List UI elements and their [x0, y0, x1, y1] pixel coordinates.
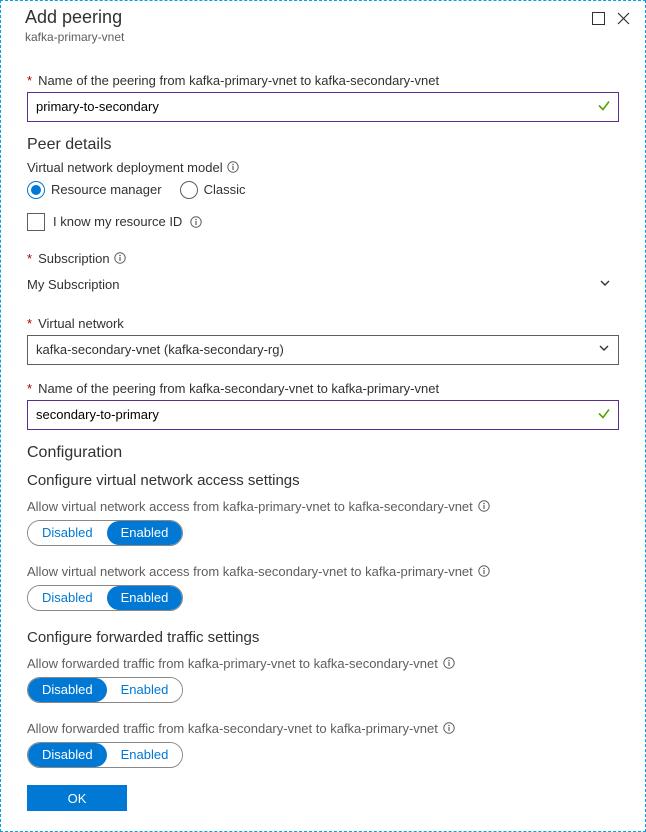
vnet-label-text: Virtual network: [38, 316, 124, 331]
name1-label: * Name of the peering from kafka-primary…: [27, 73, 619, 88]
know-id-checkbox[interactable]: [27, 213, 45, 231]
close-icon[interactable]: [616, 11, 631, 26]
toggle-enabled[interactable]: Enabled: [107, 521, 183, 545]
vnet-dropdown[interactable]: kafka-secondary-vnet (kafka-secondary-rg…: [27, 335, 619, 365]
fwd-s2p-toggle[interactable]: Disabled Enabled: [27, 742, 183, 768]
toggle-enabled[interactable]: Enabled: [107, 743, 183, 767]
chevron-down-icon: [599, 277, 611, 292]
radio-classic[interactable]: Classic: [180, 181, 246, 199]
name1-input-wrap: [27, 92, 619, 122]
required-star: *: [27, 73, 32, 88]
info-icon[interactable]: [478, 565, 490, 577]
deploy-model-text: Virtual network deployment model: [27, 160, 223, 175]
required-star: *: [27, 251, 32, 266]
info-icon[interactable]: [114, 252, 126, 264]
toggle-enabled[interactable]: Enabled: [107, 586, 183, 610]
radio-classic-label: Classic: [204, 182, 246, 197]
access-s2p-toggle[interactable]: Disabled Enabled: [27, 585, 183, 611]
name2-input-wrap: [27, 400, 619, 430]
fwd-p2s-text: Allow forwarded traffic from kafka-prima…: [27, 656, 438, 671]
subscription-label-text: Subscription: [38, 251, 110, 266]
fwd-heading: Configure forwarded traffic settings: [27, 629, 619, 646]
check-icon: [597, 98, 611, 115]
know-id-row: I know my resource ID: [27, 213, 619, 231]
fwd-s2p-text: Allow forwarded traffic from kafka-secon…: [27, 721, 438, 736]
check-icon: [597, 406, 611, 423]
access-heading: Configure virtual network access setting…: [27, 472, 619, 489]
access-p2s-desc: Allow virtual network access from kafka-…: [27, 499, 619, 514]
name1-input[interactable]: [27, 92, 619, 122]
subscription-label: * Subscription: [27, 251, 619, 266]
name1-label-text: Name of the peering from kafka-primary-v…: [38, 73, 439, 88]
toggle-disabled[interactable]: Disabled: [28, 521, 107, 545]
blade-header: Add peering kafka-primary-vnet: [1, 1, 645, 53]
access-s2p-desc: Allow virtual network access from kafka-…: [27, 564, 619, 579]
content-scroll[interactable]: * Name of the peering from kafka-primary…: [1, 53, 645, 773]
info-icon[interactable]: [478, 500, 490, 512]
name2-label-text: Name of the peering from kafka-secondary…: [38, 381, 439, 396]
info-icon[interactable]: [190, 216, 202, 228]
blade-subtitle: kafka-primary-vnet: [25, 30, 591, 44]
info-icon[interactable]: [443, 657, 455, 669]
maximize-icon[interactable]: [591, 11, 606, 26]
info-icon[interactable]: [227, 161, 239, 173]
know-id-label: I know my resource ID: [53, 214, 182, 229]
radio-circle-selected: [27, 181, 45, 199]
vnet-value: kafka-secondary-vnet (kafka-secondary-rg…: [36, 342, 284, 357]
required-star: *: [27, 381, 32, 396]
radio-resource-manager[interactable]: Resource manager: [27, 181, 162, 199]
chevron-down-icon: [598, 342, 610, 357]
toggle-enabled[interactable]: Enabled: [107, 678, 183, 702]
fwd-s2p-desc: Allow forwarded traffic from kafka-secon…: [27, 721, 619, 736]
radio-circle: [180, 181, 198, 199]
blade-footer: OK: [1, 773, 645, 831]
name2-label: * Name of the peering from kafka-seconda…: [27, 381, 619, 396]
ok-button[interactable]: OK: [27, 785, 127, 811]
toggle-disabled[interactable]: Disabled: [28, 678, 107, 702]
fwd-p2s-desc: Allow forwarded traffic from kafka-prima…: [27, 656, 619, 671]
name2-input[interactable]: [27, 400, 619, 430]
fwd-p2s-toggle[interactable]: Disabled Enabled: [27, 677, 183, 703]
deploy-model-label: Virtual network deployment model: [27, 160, 619, 175]
access-s2p-text: Allow virtual network access from kafka-…: [27, 564, 473, 579]
access-p2s-text: Allow virtual network access from kafka-…: [27, 499, 473, 514]
toggle-disabled[interactable]: Disabled: [28, 743, 107, 767]
required-star: *: [27, 316, 32, 331]
info-icon[interactable]: [443, 722, 455, 734]
peer-details-title: Peer details: [27, 136, 619, 154]
header-actions: [591, 7, 631, 26]
subscription-dropdown[interactable]: My Subscription: [27, 270, 619, 300]
access-p2s-toggle[interactable]: Disabled Enabled: [27, 520, 183, 546]
toggle-disabled[interactable]: Disabled: [28, 586, 107, 610]
subscription-value: My Subscription: [27, 277, 119, 292]
vnet-label: * Virtual network: [27, 316, 619, 331]
radio-rm-label: Resource manager: [51, 182, 162, 197]
blade-container: Add peering kafka-primary-vnet * Name of…: [0, 0, 646, 832]
blade-title: Add peering: [25, 7, 591, 29]
header-titles: Add peering kafka-primary-vnet: [25, 7, 591, 44]
configuration-title: Configuration: [27, 444, 619, 462]
deploy-model-radios: Resource manager Classic: [27, 181, 619, 199]
